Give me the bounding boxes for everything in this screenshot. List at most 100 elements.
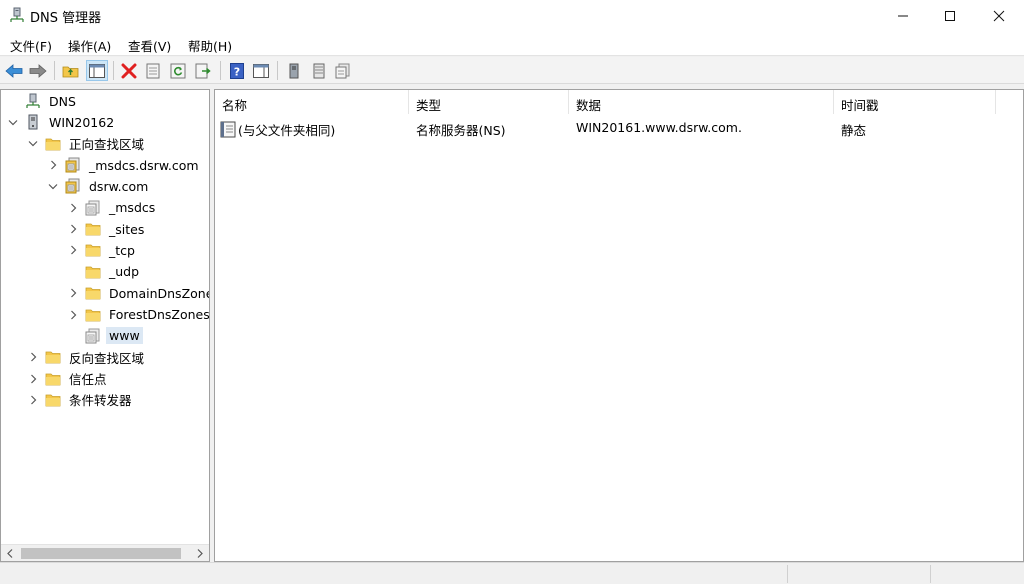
chevron-right-icon	[70, 224, 76, 234]
tree-expander[interactable]	[7, 119, 19, 126]
tree-item[interactable]: ForestDnsZones	[67, 305, 209, 325]
tree-item-label: DNS	[49, 93, 76, 109]
title-bar: DNS 管理器	[0, 0, 1024, 31]
tree-item-label: 正向查找区域	[69, 137, 145, 153]
minimize-button[interactable]	[880, 0, 926, 31]
status-separator	[930, 565, 931, 583]
menu-help[interactable]: 帮助(H)	[188, 36, 232, 55]
tree-item[interactable]: _tcp	[67, 240, 138, 260]
console-tree-icon	[89, 63, 105, 78]
menu-view[interactable]: 查看(V)	[128, 36, 171, 55]
menu-file[interactable]: 文件(F)	[10, 36, 52, 55]
server-button[interactable]	[283, 60, 305, 81]
record-name: (与父文件夹相同)	[238, 123, 336, 138]
chevron-right-icon	[50, 160, 56, 170]
column-header-data[interactable]: 数据	[569, 90, 834, 114]
chevron-right-icon	[30, 352, 36, 362]
record-type-cell: 名称服务器(NS)	[416, 123, 506, 138]
tree-expander[interactable]	[47, 160, 59, 170]
tree-expander[interactable]	[67, 224, 79, 234]
column-header-name[interactable]: 名称	[215, 90, 409, 114]
show-hide-action-pane-button[interactable]	[250, 60, 272, 81]
tree-expander[interactable]	[67, 245, 79, 255]
tree-expander[interactable]	[67, 203, 79, 213]
menu-action[interactable]: 操作(A)	[68, 36, 111, 55]
folder-icon	[85, 285, 101, 301]
export-list-button[interactable]	[192, 60, 214, 81]
help-button[interactable]: ?	[226, 60, 248, 81]
tree-item[interactable]: _msdcs.dsrw.com	[47, 155, 202, 175]
tree-item-label: _tcp	[109, 242, 135, 258]
maximize-button[interactable]	[927, 0, 973, 31]
tree-horizontal-scrollbar[interactable]	[1, 544, 209, 561]
tree-item[interactable]: _udp	[67, 262, 142, 282]
column-header-type[interactable]: 类型	[409, 90, 569, 114]
tree-expander[interactable]	[27, 140, 39, 147]
tree-item[interactable]: DNS	[7, 91, 79, 111]
records-list: 名称 类型 数据 时间戳 (与父文件夹相同) 名称服务器(NS) WIN2016…	[214, 89, 1024, 562]
toolbar-separator	[113, 61, 114, 80]
tree-expander[interactable]	[27, 352, 39, 362]
action-pane-icon	[253, 63, 269, 78]
window-title: DNS 管理器	[30, 11, 102, 26]
tree-item[interactable]: www	[67, 326, 143, 346]
chevron-right-icon	[30, 374, 36, 383]
folder-icon	[85, 242, 101, 258]
tree-item[interactable]: 正向查找区域	[27, 134, 147, 154]
tree-item[interactable]: 信任点	[27, 369, 110, 389]
properties-button[interactable]	[142, 60, 164, 81]
scroll-right-button[interactable]	[193, 547, 207, 560]
tree-expander[interactable]	[67, 310, 79, 320]
tree-expander[interactable]	[47, 183, 59, 190]
console-tree: DNS WIN20162 正向查找区域 _msdcs.dsrw.com dsrw.com…	[0, 89, 210, 562]
tree-item[interactable]: _sites	[67, 219, 147, 239]
table-row[interactable]: (与父文件夹相同) 名称服务器(NS) WIN20161.www.dsrw.co…	[215, 118, 1023, 138]
tree-item-label: dsrw.com	[89, 178, 149, 194]
status-bar	[0, 562, 1024, 584]
up-one-level-button[interactable]	[60, 60, 82, 81]
delete-button[interactable]	[118, 60, 140, 81]
show-hide-console-tree-button[interactable]	[86, 60, 108, 81]
close-button[interactable]	[976, 0, 1022, 31]
column-header-timestamp[interactable]: 时间戳	[834, 90, 996, 114]
zone-button[interactable]	[332, 60, 354, 81]
folder-icon	[85, 307, 101, 323]
export-list-icon	[195, 63, 211, 78]
tree-item-label: DomainDnsZones	[109, 285, 210, 301]
tree-item[interactable]: _msdcs	[67, 198, 158, 218]
forward-button[interactable]	[27, 60, 49, 81]
tree-item[interactable]: DomainDnsZones	[67, 283, 210, 303]
dns-server-icon	[25, 93, 41, 109]
tree-item[interactable]: 条件转发器	[27, 390, 135, 410]
scrollbar-thumb[interactable]	[21, 548, 181, 559]
tree-expander[interactable]	[67, 288, 79, 298]
close-icon	[993, 10, 1005, 21]
folder-icon	[45, 136, 61, 152]
record-list-button[interactable]	[308, 60, 330, 81]
refresh-icon	[170, 63, 186, 78]
tree-item-label: WIN20162	[49, 114, 115, 130]
list-header: 名称 类型 数据 时间戳	[215, 90, 1023, 114]
status-separator	[787, 565, 788, 583]
scroll-left-button[interactable]	[3, 547, 17, 560]
tree-item-label: _msdcs	[109, 200, 156, 216]
tree-expander[interactable]	[27, 374, 39, 384]
forward-arrow-icon	[29, 63, 47, 78]
tree-item-label: 条件转发器	[69, 393, 132, 409]
toolbar-separator	[220, 61, 221, 80]
tree-item[interactable]: WIN20162	[7, 112, 117, 132]
chevron-right-icon	[70, 203, 76, 213]
back-button[interactable]	[3, 60, 25, 81]
toolbar: ?	[0, 57, 1024, 84]
tree-item[interactable]: 反向查找区域	[27, 347, 147, 367]
toolbar-separator	[277, 61, 278, 80]
record-data-cell: WIN20161.www.dsrw.com.	[576, 120, 742, 135]
record-icon	[220, 121, 236, 138]
tree-expander[interactable]	[27, 395, 39, 405]
folder-up-icon	[62, 66, 79, 77]
folder-icon	[85, 221, 101, 237]
refresh-button[interactable]	[167, 60, 189, 81]
folder-icon	[85, 264, 101, 280]
chevron-right-icon	[30, 395, 36, 405]
tree-item[interactable]: dsrw.com	[47, 176, 151, 196]
